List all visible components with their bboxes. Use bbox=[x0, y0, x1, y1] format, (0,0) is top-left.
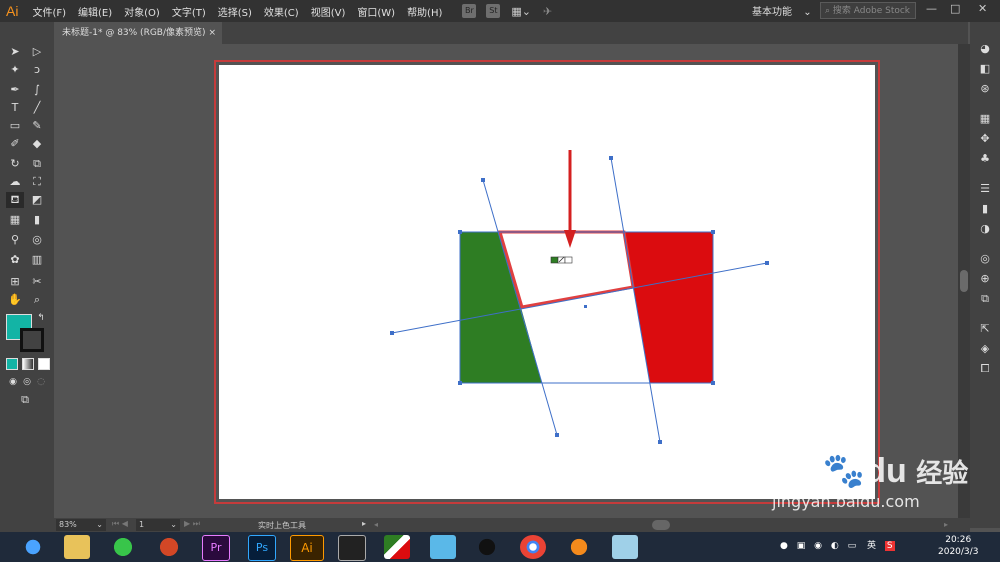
baidu-jingyan-watermark: Bai🐾du 经验 jingyan.baidu.com bbox=[770, 452, 968, 511]
clock-time: 20:26 bbox=[945, 535, 972, 545]
zoom-select[interactable]: 83% ⌄ bbox=[56, 519, 106, 531]
explorer-icon[interactable] bbox=[64, 535, 90, 559]
zoom-value: 83% bbox=[59, 520, 77, 529]
cloud-icon[interactable] bbox=[430, 535, 456, 559]
horizontal-scrollbar-thumb[interactable] bbox=[652, 520, 670, 530]
watermark-brand-2: du bbox=[865, 452, 907, 490]
network-icon[interactable]: ▣ bbox=[797, 541, 806, 551]
chevron-down-icon: ⌄ bbox=[96, 520, 103, 529]
qq-icon[interactable] bbox=[474, 535, 500, 559]
current-tool-label: 实时上色工具 bbox=[258, 521, 306, 530]
taskbar-clock[interactable]: 20:26 2020/3/3 bbox=[938, 534, 978, 558]
browser-icon[interactable] bbox=[20, 535, 46, 559]
wechat-icon[interactable] bbox=[110, 535, 136, 559]
paw-icon: 🐾 bbox=[822, 452, 866, 490]
highlighted-face[interactable] bbox=[497, 230, 635, 309]
arrow-head bbox=[564, 230, 576, 248]
system-tray: ● ▣ ◉ ◐ ▭ 英 S bbox=[780, 538, 895, 551]
status-menu-icon[interactable]: ▸ bbox=[362, 519, 366, 528]
wechat-tray-icon[interactable]: ◉ bbox=[814, 541, 822, 551]
chevron-down-icon: ⌄ bbox=[170, 520, 177, 529]
illustrator-icon[interactable]: Ai bbox=[290, 535, 324, 561]
battery-icon[interactable]: ▭ bbox=[848, 541, 857, 551]
artboard-number-select[interactable]: 1 ⌄ bbox=[136, 519, 180, 531]
red-region[interactable] bbox=[624, 232, 713, 383]
watermark-brand: Bai bbox=[770, 452, 823, 490]
notes-icon[interactable] bbox=[612, 535, 638, 559]
photoshop-icon[interactable]: Ps bbox=[248, 535, 276, 561]
chrome-icon[interactable] bbox=[520, 535, 546, 559]
scroll-right-icon[interactable]: ▸ bbox=[944, 520, 948, 529]
artboard-number: 1 bbox=[139, 520, 145, 529]
firefox-icon[interactable] bbox=[566, 535, 592, 559]
media-icon[interactable] bbox=[338, 535, 366, 561]
scroll-left-icon[interactable]: ◂ bbox=[374, 520, 378, 529]
volume-icon[interactable]: ◐ bbox=[831, 541, 839, 551]
watermark-cn: 经验 bbox=[916, 458, 969, 488]
watermark-url: jingyan.baidu.com bbox=[772, 492, 920, 511]
prev-artboard-icon[interactable]: ⏮ ◀ bbox=[112, 519, 128, 529]
status-bar: 83% ⌄ ⏮ ◀ 1 ⌄ ▶ ⏭ 实时上色工具 ▸ ◂ ▸ bbox=[0, 518, 970, 532]
vpn-icon[interactable] bbox=[384, 535, 410, 559]
live-paint-cursor bbox=[550, 256, 573, 264]
clock-date: 2020/3/3 bbox=[938, 547, 979, 557]
sogou-icon[interactable]: S bbox=[884, 541, 895, 551]
ime-label[interactable]: 英 bbox=[867, 541, 876, 551]
premiere-icon[interactable]: Pr bbox=[202, 535, 230, 561]
powerpoint-icon[interactable] bbox=[156, 535, 182, 559]
next-artboard-icon[interactable]: ▶ ⏭ bbox=[184, 519, 200, 529]
user-icon[interactable]: ● bbox=[780, 541, 788, 551]
